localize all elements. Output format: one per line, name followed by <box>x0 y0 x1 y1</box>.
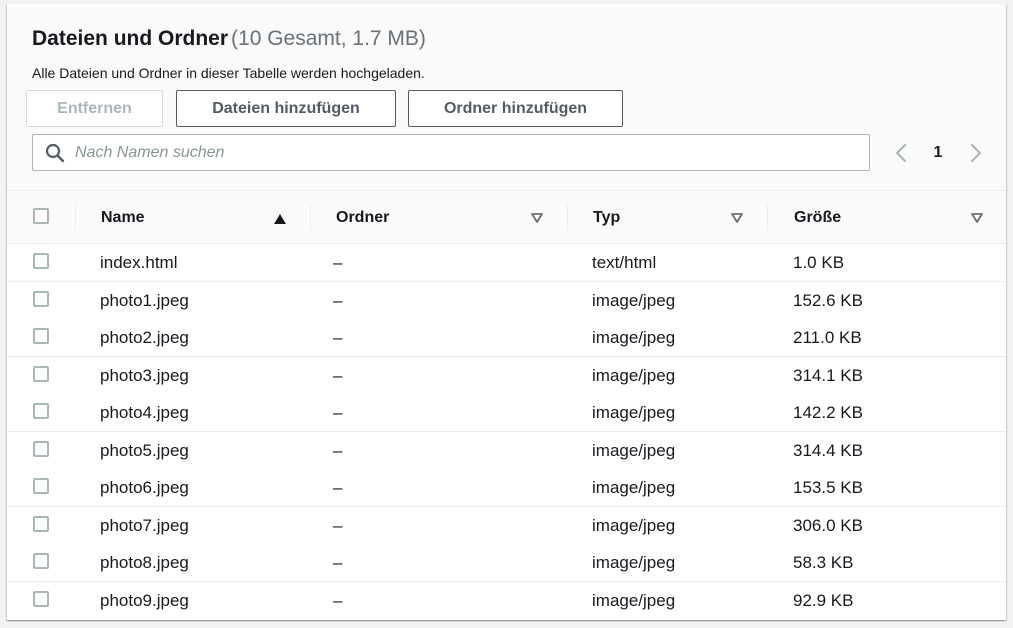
cell-size: 211.0 KB <box>793 328 862 347</box>
cell-size: 152.6 KB <box>793 291 863 310</box>
column-divider <box>567 205 568 231</box>
select-all-checkbox[interactable] <box>33 208 49 224</box>
cell-name: index.html <box>100 253 178 272</box>
sort-caret-down-icon[interactable] <box>530 212 544 224</box>
cell-folder: – <box>333 253 343 272</box>
cell-folder: – <box>333 366 343 385</box>
search-icon <box>45 143 65 163</box>
cell-folder: – <box>333 441 343 460</box>
table-row[interactable]: photo6.jpeg – image/jpeg 153.5 KB <box>7 469 1006 507</box>
cell-folder: – <box>333 291 343 310</box>
column-divider <box>75 205 76 231</box>
row-checkbox[interactable] <box>33 403 49 419</box>
table-row[interactable]: photo4.jpeg – image/jpeg 142.2 KB <box>7 394 1006 432</box>
panel-description: Alle Dateien und Ordner in dieser Tabell… <box>32 65 425 81</box>
sort-ascending-icon[interactable] <box>273 213 287 225</box>
row-checkbox[interactable] <box>33 591 49 607</box>
add-folder-button[interactable]: Ordner hinzufügen <box>408 90 623 127</box>
cell-size: 1.0 KB <box>793 253 845 272</box>
panel-title: Dateien und Ordner (10 Gesamt, 1.7 MB) <box>32 27 426 51</box>
column-divider <box>767 205 768 231</box>
cell-type: image/jpeg <box>592 553 676 572</box>
cell-size: 92.9 KB <box>793 591 854 610</box>
cell-name: photo9.jpeg <box>100 591 189 610</box>
cell-name: photo7.jpeg <box>100 516 189 535</box>
table-header: Name Ordner Typ Größe <box>7 190 1006 244</box>
cell-size: 314.1 KB <box>793 366 863 385</box>
table-row[interactable]: photo3.jpeg – image/jpeg 314.1 KB <box>7 357 1006 395</box>
table-row[interactable]: photo8.jpeg – image/jpeg 58.3 KB <box>7 544 1006 582</box>
search-input[interactable] <box>75 136 855 169</box>
files-and-folders-panel: Dateien und Ordner (10 Gesamt, 1.7 MB) Al… <box>7 4 1006 620</box>
cell-type: text/html <box>592 253 657 272</box>
table-row[interactable]: photo5.jpeg – image/jpeg 314.4 KB <box>7 432 1006 470</box>
table-row[interactable]: photo7.jpeg – image/jpeg 306.0 KB <box>7 507 1006 545</box>
cell-size: 153.5 KB <box>793 478 863 497</box>
title-counter: (10 Gesamt, 1.7 MB) <box>231 27 426 50</box>
row-checkbox[interactable] <box>33 291 49 307</box>
cell-name: photo2.jpeg <box>100 328 189 347</box>
cell-size: 314.4 KB <box>793 441 863 460</box>
cell-size: 142.2 KB <box>793 403 863 422</box>
title-text: Dateien und Ordner <box>32 27 229 50</box>
chevron-left-icon[interactable] <box>891 142 911 164</box>
column-header-size[interactable]: Größe <box>794 209 841 227</box>
row-checkbox[interactable] <box>33 366 49 382</box>
cell-type: image/jpeg <box>592 328 676 347</box>
table-row[interactable]: photo1.jpeg – image/jpeg 152.6 KB <box>7 282 1006 320</box>
column-header-type[interactable]: Typ <box>593 209 620 227</box>
cell-folder: – <box>333 478 343 497</box>
cell-size: 58.3 KB <box>793 553 854 572</box>
row-checkbox[interactable] <box>33 328 49 344</box>
cell-name: photo4.jpeg <box>100 403 189 422</box>
current-page-number[interactable]: 1 <box>929 142 947 164</box>
table-row[interactable]: index.html – text/html 1.0 KB <box>7 244 1006 282</box>
cell-type: image/jpeg <box>592 403 676 422</box>
cell-folder: – <box>333 403 343 422</box>
cell-name: photo1.jpeg <box>100 291 189 310</box>
cell-folder: – <box>333 328 343 347</box>
row-checkbox[interactable] <box>33 478 49 494</box>
cell-type: image/jpeg <box>592 291 676 310</box>
cell-type: image/jpeg <box>592 516 676 535</box>
cell-type: image/jpeg <box>592 366 676 385</box>
cell-name: photo5.jpeg <box>100 441 189 460</box>
column-divider <box>310 205 311 231</box>
add-files-button[interactable]: Dateien hinzufügen <box>176 90 396 127</box>
column-header-folder[interactable]: Ordner <box>336 209 389 227</box>
cell-folder: – <box>333 516 343 535</box>
row-checkbox[interactable] <box>33 516 49 532</box>
row-checkbox[interactable] <box>33 441 49 457</box>
cell-folder: – <box>333 553 343 572</box>
cell-size: 306.0 KB <box>793 516 863 535</box>
column-header-name[interactable]: Name <box>101 209 145 227</box>
cell-type: image/jpeg <box>592 591 676 610</box>
row-checkbox[interactable] <box>33 553 49 569</box>
sort-caret-down-icon[interactable] <box>970 212 984 224</box>
table-row[interactable]: photo9.jpeg – image/jpeg 92.9 KB <box>7 582 1006 620</box>
remove-button[interactable]: Entfernen <box>26 90 163 127</box>
cell-type: image/jpeg <box>592 441 676 460</box>
row-checkbox[interactable] <box>33 253 49 269</box>
cell-name: photo8.jpeg <box>100 553 189 572</box>
cell-type: image/jpeg <box>592 478 676 497</box>
panel-header: Dateien und Ordner (10 Gesamt, 1.7 MB) Al… <box>7 4 1006 190</box>
cell-name: photo3.jpeg <box>100 366 189 385</box>
sort-caret-down-icon[interactable] <box>730 212 744 224</box>
table-row[interactable]: photo2.jpeg – image/jpeg 211.0 KB <box>7 319 1006 357</box>
cell-name: photo6.jpeg <box>100 478 189 497</box>
search-box <box>32 134 870 171</box>
cell-folder: – <box>333 591 343 610</box>
chevron-right-icon[interactable] <box>966 142 986 164</box>
